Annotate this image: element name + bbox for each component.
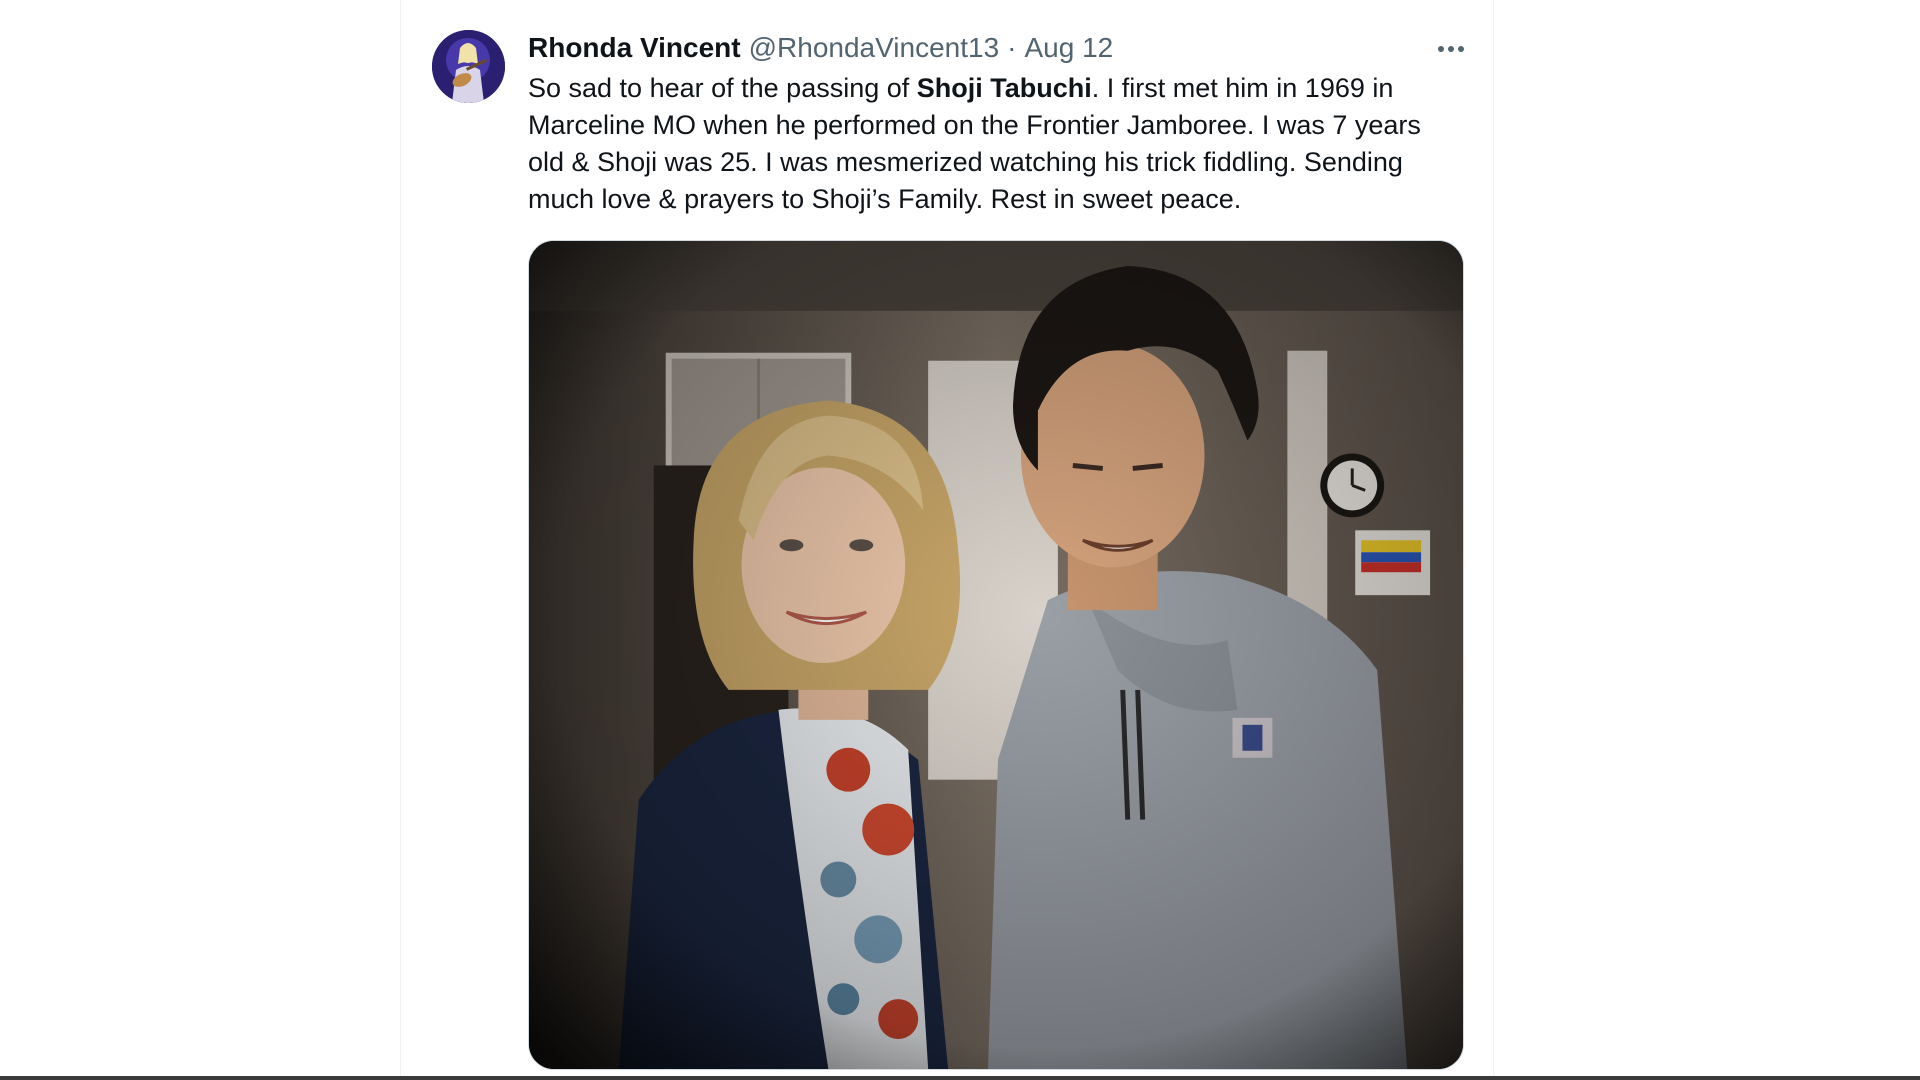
more-options-button[interactable] bbox=[1429, 34, 1473, 64]
bottom-divider bbox=[0, 1076, 1920, 1080]
author-handle[interactable]: @RhondaVincent13 bbox=[749, 32, 1000, 64]
author-display-name[interactable]: Rhonda Vincent bbox=[528, 32, 741, 64]
tweet-date[interactable]: Aug 12 bbox=[1025, 32, 1114, 64]
tweet-text-intro: So sad to hear of the passing of bbox=[528, 73, 917, 103]
tweet-photo[interactable] bbox=[528, 240, 1464, 1070]
tweet-text-mention: Shoji Tabuchi bbox=[916, 73, 1092, 103]
header-separator: · bbox=[1007, 32, 1017, 63]
more-horizontal-icon bbox=[1438, 46, 1464, 52]
page: Rhonda Vincent @RhondaVincent13 · Aug 12… bbox=[0, 0, 1920, 1080]
avatar-image bbox=[432, 30, 505, 103]
author-avatar[interactable] bbox=[432, 30, 505, 103]
tweet-text: So sad to hear of the passing of Shoji T… bbox=[528, 70, 1458, 218]
tweet-card[interactable]: Rhonda Vincent @RhondaVincent13 · Aug 12… bbox=[400, 0, 1494, 1080]
photo-image bbox=[529, 241, 1463, 1069]
tweet-header: Rhonda Vincent @RhondaVincent13 · Aug 12 bbox=[528, 28, 1113, 68]
